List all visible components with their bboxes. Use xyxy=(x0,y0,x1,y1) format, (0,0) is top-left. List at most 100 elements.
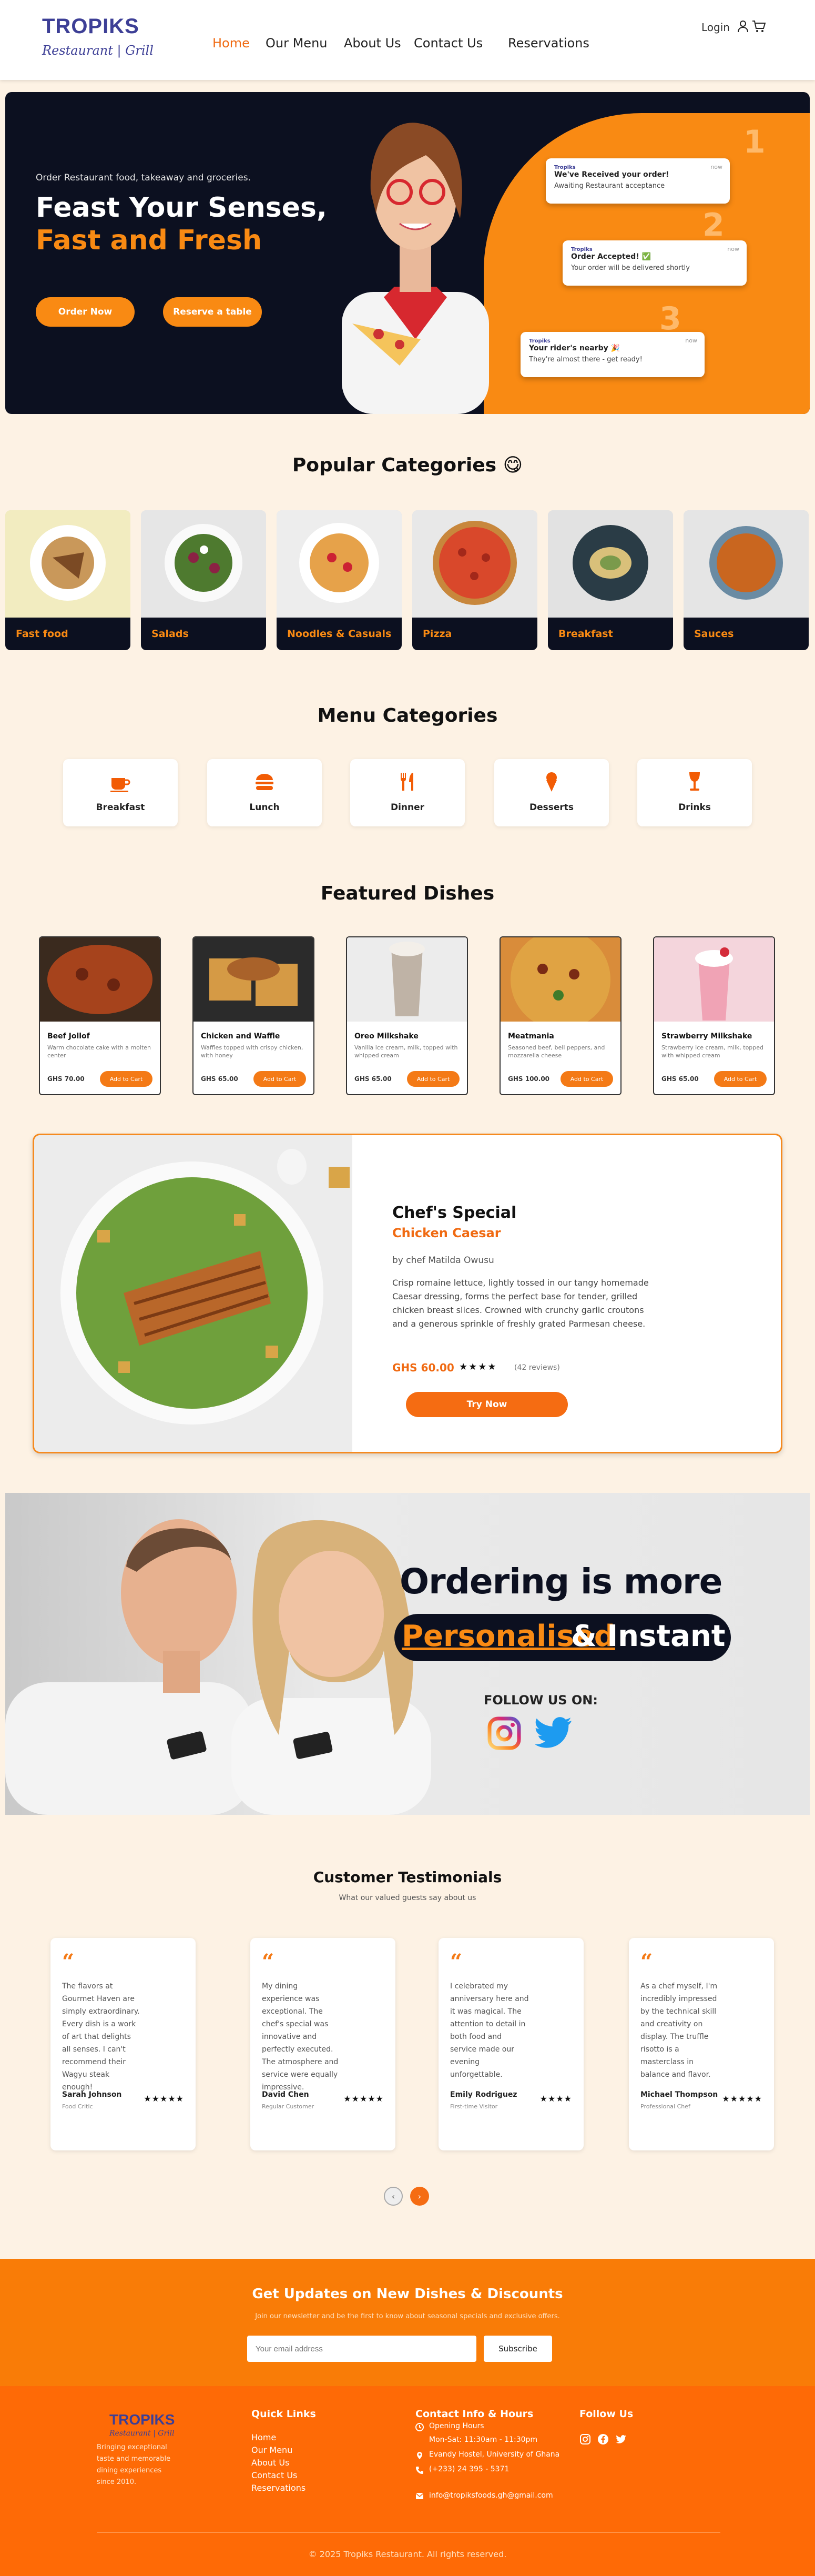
user-icon[interactable] xyxy=(737,20,749,33)
add-to-cart-button[interactable]: Add to Cart xyxy=(561,1071,613,1087)
menu-category-label: Breakfast xyxy=(96,802,145,813)
nav-our-menu[interactable]: Our Menu xyxy=(266,36,328,50)
newsletter-subtitle: Join our newsletter and be the first to … xyxy=(255,2312,560,2320)
footer-link-home[interactable]: Home xyxy=(251,2432,276,2442)
footer-link-contact-us[interactable]: Contact Us xyxy=(251,2470,297,2480)
footer-phone[interactable]: (+233) 24 395 - 5371 xyxy=(429,2465,509,2473)
login-link[interactable]: Login xyxy=(701,21,730,34)
dish-card-oreo-milkshake[interactable]: Oreo Milkshake Vanilla ice cream, milk, … xyxy=(346,936,468,1095)
category-card-breakfast[interactable]: Breakfast xyxy=(548,510,673,650)
category-card-salads[interactable]: Salads xyxy=(141,510,266,650)
dish-price: GHS 100.00 xyxy=(508,1075,550,1083)
footer-address: Evandy Hostel, University of Ghana xyxy=(429,2450,560,2459)
category-card-fast-food[interactable]: Fast food xyxy=(5,510,130,650)
menu-category-desserts[interactable]: Desserts xyxy=(494,759,609,826)
add-to-cart-button[interactable]: Add to Cart xyxy=(407,1071,460,1087)
testimonial-text: As a chef myself, I'm incredibly impress… xyxy=(640,1982,718,2079)
add-to-cart-button[interactable]: Add to Cart xyxy=(253,1071,306,1087)
try-now-button[interactable]: Try Now xyxy=(406,1392,568,1417)
footer-link-about-us[interactable]: About Us xyxy=(251,2458,289,2468)
footer-logo-subtitle: Restaurant | Grill xyxy=(109,2429,175,2438)
popular-categories-title: Popular Categories 😋 xyxy=(292,454,523,476)
testimonials-subtitle: What our valued guests say about us xyxy=(339,1894,476,1902)
ordering-subline: & Instant xyxy=(571,1619,726,1653)
twitter-icon[interactable] xyxy=(615,2433,627,2445)
couple-phones-image xyxy=(5,1519,431,1815)
testimonial-card: “ The flavors at Gourmet Haven are simpl… xyxy=(50,1938,196,2150)
step-number-2: 2 xyxy=(702,207,725,244)
phone-icon xyxy=(416,2467,423,2474)
newsletter-email-input[interactable] xyxy=(247,2336,476,2362)
rating-stars: ★★★★★ xyxy=(144,2094,184,2104)
rating-stars: ★★★★★ xyxy=(343,2094,384,2104)
chefs-special-card: Chef's Special Chicken Caesar by chef Ma… xyxy=(33,1134,782,1453)
subscribe-button[interactable]: Subscribe xyxy=(484,2336,552,2362)
reserve-table-button[interactable]: Reserve a table xyxy=(163,297,262,327)
ice-cream-icon xyxy=(546,772,557,792)
notification-brand: Tropiks xyxy=(554,165,576,170)
add-to-cart-button[interactable]: Add to Cart xyxy=(714,1071,767,1087)
nav-about-us[interactable]: About Us xyxy=(344,36,401,50)
pizza-image xyxy=(412,510,537,618)
testimonial-role: Regular Customer xyxy=(262,2103,314,2110)
testimonials-title: Customer Testimonials xyxy=(313,1868,502,1886)
nav-home[interactable]: Home xyxy=(212,36,250,50)
twitter-icon[interactable] xyxy=(535,1716,573,1750)
testimonial-name: Sarah Johnson xyxy=(62,2090,122,2099)
dish-card-meatmania[interactable]: Meatmania Seasoned beef, bell peppers, a… xyxy=(500,936,622,1095)
category-card-noodles[interactable]: Noodles & Casuals xyxy=(277,510,402,650)
logo[interactable]: TROPIKS Restaurant | Grill xyxy=(42,15,154,62)
menu-category-lunch[interactable]: Lunch xyxy=(207,759,322,826)
add-to-cart-button[interactable]: Add to Cart xyxy=(100,1071,152,1087)
menu-category-dinner[interactable]: Dinner xyxy=(350,759,465,826)
dish-card-beef-jollof[interactable]: Beef Jollof Warm chocolate cake with a m… xyxy=(39,936,161,1095)
testimonial-role: Professional Chef xyxy=(640,2103,690,2110)
dish-name: Meatmania xyxy=(508,1032,554,1040)
testimonial-text: The flavors at Gourmet Haven are simply … xyxy=(62,1982,140,2092)
testimonial-card: “ My dining experience was exceptional. … xyxy=(250,1938,395,2150)
chefs-special-author: by chef Matilda Owusu xyxy=(392,1255,494,1266)
chefs-special-dish: Chicken Caesar xyxy=(392,1226,501,1240)
dish-description: Strawberry ice cream, milk, topped with … xyxy=(661,1044,764,1059)
testimonial-card: “ I celebrated my anniversary here and i… xyxy=(439,1938,584,2150)
instagram-icon[interactable] xyxy=(487,1716,521,1750)
opening-hours-value: Mon-Sat: 11:30am - 11:30pm xyxy=(429,2436,538,2444)
menu-category-breakfast[interactable]: Breakfast xyxy=(63,759,178,826)
notification-time: now xyxy=(710,164,722,170)
menu-category-drinks[interactable]: Drinks xyxy=(637,759,752,826)
contact-info-title: Contact Info & Hours xyxy=(415,2408,534,2420)
testimonials-next-button[interactable]: › xyxy=(410,2187,429,2206)
chefs-special-title: Chef's Special xyxy=(392,1204,517,1222)
logo-subtitle: Restaurant | Grill xyxy=(42,43,154,58)
facebook-icon[interactable] xyxy=(597,2433,609,2445)
testimonial-text: I celebrated my anniversary here and it … xyxy=(450,1982,529,2079)
dish-price: GHS 70.00 xyxy=(47,1075,85,1083)
menu-category-label: Dinner xyxy=(390,802,425,813)
fast-food-image xyxy=(5,510,130,618)
footer-email[interactable]: info@tropiksfoods.gh@gmail.com xyxy=(429,2491,553,2500)
footer-logo[interactable]: TROPIKS xyxy=(109,2411,175,2428)
category-card-pizza[interactable]: Pizza xyxy=(412,510,537,650)
footer-description: Bringing exceptional taste and memorable… xyxy=(97,2443,171,2486)
quick-links-title: Quick Links xyxy=(251,2408,316,2420)
footer-link-reservations[interactable]: Reservations xyxy=(251,2483,305,2493)
location-icon xyxy=(417,2452,422,2459)
chefs-special-description: Crisp romaine lettuce, lightly tossed in… xyxy=(392,1278,649,1329)
testimonials-prev-button[interactable]: ‹ xyxy=(384,2187,403,2206)
order-now-button[interactable]: Order Now xyxy=(36,297,135,327)
review-count: (42 reviews) xyxy=(514,1363,560,1372)
step-number-1: 1 xyxy=(743,124,766,160)
nav-reservations[interactable]: Reservations xyxy=(508,36,589,50)
dish-card-strawberry-milkshake[interactable]: Strawberry Milkshake Strawberry ice crea… xyxy=(653,936,775,1095)
notification-title: Your rider's nearby 🎉 xyxy=(529,344,620,352)
dish-name: Oreo Milkshake xyxy=(354,1032,419,1040)
instagram-icon[interactable] xyxy=(579,2433,591,2445)
site-header: TROPIKS Restaurant | Grill Home Our Menu… xyxy=(0,0,815,80)
footer-link-our-menu[interactable]: Our Menu xyxy=(251,2445,292,2455)
dish-card-chicken-waffle[interactable]: Chicken and Waffle Waffles topped with c… xyxy=(192,936,314,1095)
cart-icon[interactable] xyxy=(752,20,767,33)
category-card-sauces[interactable]: Sauces xyxy=(684,510,809,650)
notification-time: now xyxy=(727,246,739,252)
nav-contact-us[interactable]: Contact Us xyxy=(414,36,483,50)
category-label: Sauces xyxy=(684,618,809,650)
